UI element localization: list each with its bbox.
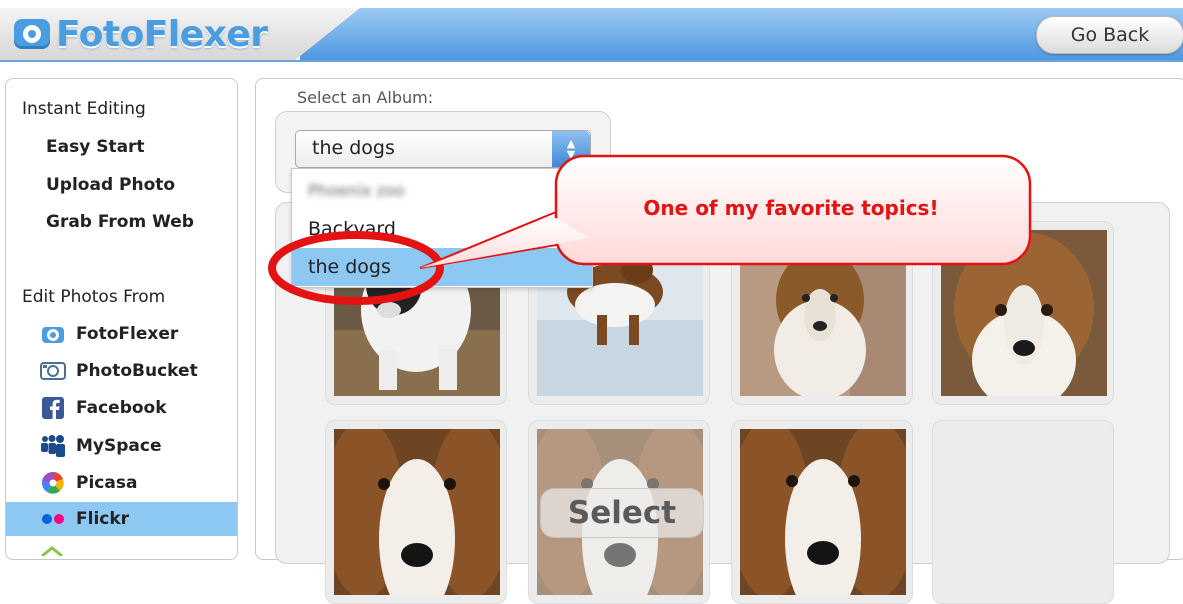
logo-text: FotoFlexer (56, 13, 268, 55)
album-select-value: the dogs (312, 137, 395, 159)
fotoflexer-camera-icon (40, 323, 66, 345)
photo-tile[interactable] (932, 221, 1114, 405)
edit-photos-from-heading: Edit Photos From (22, 287, 166, 307)
callout-text: One of my favorite topics! (643, 196, 939, 220)
album-label: Select an Album: (297, 88, 434, 107)
photo-thumbnail (740, 230, 906, 396)
album-option[interactable]: Phoenix zoo (292, 171, 592, 209)
source-label: Flickr (76, 509, 130, 529)
photo-tile[interactable] (731, 420, 913, 604)
instant-editing-heading: Instant Editing (22, 99, 146, 119)
header-divider (0, 60, 1183, 62)
empty-photo-tile (932, 420, 1114, 604)
photo-tile[interactable] (325, 420, 507, 604)
select-button[interactable]: Select (540, 488, 704, 538)
source-myspace[interactable]: MySpace (6, 429, 237, 463)
photo-tile[interactable] (731, 221, 913, 405)
source-label: Facebook (76, 398, 167, 418)
album-option[interactable]: Backyard (292, 210, 592, 248)
facebook-icon (40, 397, 66, 419)
source-label: FotoFlexer (76, 324, 179, 344)
source-flickr[interactable]: Flickr (6, 502, 237, 536)
source-fotoflexer[interactable]: FotoFlexer (6, 317, 237, 351)
source-facebook[interactable]: Facebook (6, 391, 237, 425)
source-photobucket[interactable]: PhotoBucket (6, 354, 237, 388)
photo-thumbnail (740, 429, 906, 595)
photo-thumbnail (941, 230, 1107, 396)
go-back-button[interactable]: Go Back (1036, 16, 1183, 54)
picasa-icon (40, 471, 66, 494)
photobucket-icon (40, 360, 66, 382)
source-label: PhotoBucket (76, 361, 198, 381)
source-label: Picasa (76, 473, 138, 493)
sidebar: Instant Editing Easy Start Upload Photo … (5, 78, 238, 560)
source-label: MySpace (76, 436, 162, 456)
app-logo[interactable]: FotoFlexer (14, 12, 268, 56)
photo-thumbnail (334, 429, 500, 595)
header-bar: FotoFlexer Go Back (0, 0, 1183, 62)
myspace-icon (40, 435, 66, 457)
album-select[interactable]: the dogs ▲ ▼ (295, 130, 591, 168)
source-picasa[interactable]: Picasa (6, 466, 237, 500)
select-arrows-icon: ▲ ▼ (552, 131, 590, 167)
source-partial-icon (40, 541, 64, 558)
album-option-selected[interactable]: the dogs (292, 248, 592, 286)
flickr-icon (40, 508, 66, 530)
upload-photo-link[interactable]: Upload Photo (46, 175, 175, 195)
album-dropdown: Phoenix zoo Backyard the dogs (291, 168, 593, 288)
grab-from-web-link[interactable]: Grab From Web (46, 212, 194, 232)
easy-start-link[interactable]: Easy Start (46, 137, 145, 157)
camera-icon (14, 19, 50, 49)
